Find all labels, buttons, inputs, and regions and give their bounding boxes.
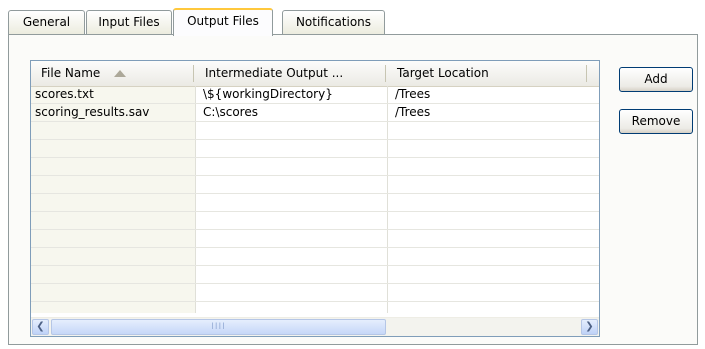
empty-row xyxy=(31,266,599,284)
sort-ascending-icon xyxy=(114,70,127,77)
tab-notifications[interactable]: Notifications xyxy=(282,10,385,34)
scrollbar-thumb[interactable]: IIII xyxy=(51,319,386,335)
table-row[interactable]: scoring_results.sav C:\scores /Trees xyxy=(31,104,599,122)
remove-button[interactable]: Remove xyxy=(619,109,693,134)
empty-row xyxy=(31,140,599,158)
empty-row xyxy=(31,122,599,140)
arrow-right-icon[interactable]: ❯ xyxy=(581,319,598,335)
cell-file-name: scoring_results.sav xyxy=(35,105,150,119)
table-header: File Name Intermediate Output ... Target… xyxy=(31,61,599,87)
column-divider[interactable] xyxy=(193,65,194,82)
tab-input-files[interactable]: Input Files xyxy=(86,10,172,34)
cell-intermediate-output: C:\scores xyxy=(203,105,258,119)
tab-strip: General Input Files Output Files Notific… xyxy=(8,8,705,36)
scrollbar-grip: IIII xyxy=(211,322,226,332)
add-button[interactable]: Add xyxy=(619,67,693,92)
cell-file-name: scores.txt xyxy=(35,87,94,101)
empty-row xyxy=(31,230,599,248)
column-header-intermediate-output[interactable]: Intermediate Output ... xyxy=(195,61,387,86)
column-header-file-name[interactable]: File Name xyxy=(31,61,195,86)
arrow-left-icon[interactable]: ❮ xyxy=(32,319,49,335)
column-header-label: Intermediate Output ... xyxy=(205,66,344,80)
column-header-target-location[interactable]: Target Location xyxy=(387,61,587,86)
output-files-table[interactable]: File Name Intermediate Output ... Target… xyxy=(30,60,600,337)
empty-row xyxy=(31,248,599,266)
tab-output-files[interactable]: Output Files xyxy=(173,8,273,36)
empty-row xyxy=(31,284,599,302)
cell-target-location: /Trees xyxy=(395,105,431,119)
table-row[interactable]: scores.txt \${workingDirectory} /Trees xyxy=(31,86,599,104)
horizontal-scrollbar[interactable]: ❮ IIII ❯ xyxy=(31,317,599,336)
column-divider[interactable] xyxy=(586,65,587,82)
column-divider[interactable] xyxy=(385,65,386,82)
empty-row xyxy=(31,158,599,176)
cell-intermediate-output: \${workingDirectory} xyxy=(203,87,333,101)
tab-general[interactable]: General xyxy=(8,10,85,34)
column-header-label: File Name xyxy=(41,66,101,80)
empty-row xyxy=(31,194,599,212)
column-header-label: Target Location xyxy=(397,66,489,80)
cell-target-location: /Trees xyxy=(395,87,431,101)
empty-row xyxy=(31,212,599,230)
empty-row xyxy=(31,176,599,194)
